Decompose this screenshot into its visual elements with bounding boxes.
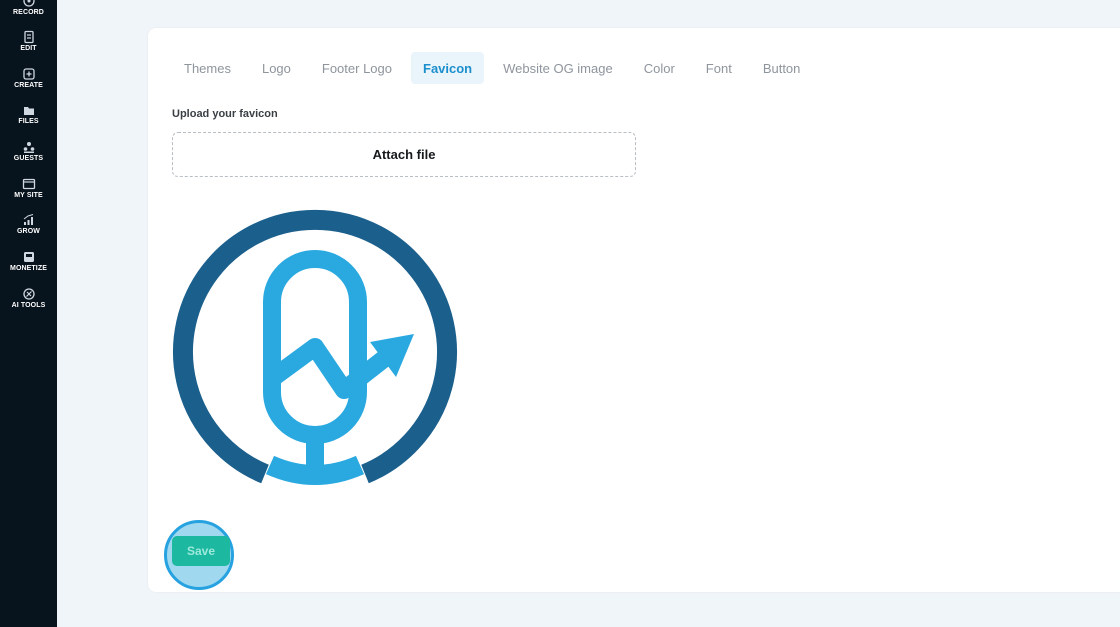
sidebar-item-monetize[interactable]: MONETIZE	[0, 250, 57, 272]
sidebar-item-label: FILES	[18, 118, 39, 125]
sidebar-item-label: MONETIZE	[10, 265, 47, 272]
sidebar-item-files[interactable]: FILES	[0, 103, 57, 125]
settings-card: Themes Logo Footer Logo Favicon Website …	[148, 28, 1120, 592]
tab-button[interactable]: Button	[751, 52, 813, 84]
sidebar-item-label: GUESTS	[13, 155, 44, 162]
folder-icon	[23, 107, 34, 115]
sidebar-item-record[interactable]: RECORD	[0, 0, 57, 16]
guests-icon	[23, 142, 34, 153]
upload-favicon-label: Upload your favicon	[172, 108, 278, 120]
tab-footer-logo[interactable]: Footer Logo	[310, 52, 404, 84]
sidebar-item-grow[interactable]: GROW	[0, 213, 57, 235]
sidebar-item-guests[interactable]: GUESTS	[0, 140, 57, 162]
attach-file-button[interactable]: Attach file	[172, 132, 636, 177]
website-icon	[22, 178, 35, 190]
monetize-icon	[23, 252, 34, 262]
tab-favicon[interactable]: Favicon	[411, 52, 485, 84]
sidebar-item-my-site[interactable]: MY SITE	[0, 177, 57, 199]
sidebar-item-label: MY SITE	[14, 192, 43, 199]
sidebar-item-label: RECORD	[13, 9, 44, 16]
tab-logo[interactable]: Logo	[250, 52, 303, 84]
save-button[interactable]: Save	[172, 536, 230, 566]
tab-themes[interactable]: Themes	[172, 52, 243, 84]
podcast-microphone-growth-logo	[173, 209, 457, 485]
create-icon	[22, 68, 35, 80]
document-edit-icon	[23, 30, 34, 44]
settings-tabs: Themes Logo Footer Logo Favicon Website …	[172, 52, 819, 84]
growth-chart-icon	[23, 214, 33, 225]
sidebar-item-ai-tools[interactable]: AI TOOLS	[0, 287, 57, 309]
sidebar-item-label: GROW	[17, 228, 40, 235]
microphone-icon	[22, 0, 35, 7]
sidebar-item-edit[interactable]: EDIT	[0, 30, 57, 52]
sidebar-item-label: AI TOOLS	[11, 302, 46, 309]
tab-color[interactable]: Color	[632, 52, 687, 84]
sidebar-item-create[interactable]: CREATE	[0, 67, 57, 89]
ai-tools-icon	[22, 288, 35, 300]
sidebar-item-label: EDIT	[20, 45, 37, 52]
sidebar-item-label: CREATE	[14, 82, 43, 89]
tab-website-og-image[interactable]: Website OG image	[491, 52, 625, 84]
sidebar: RECORD EDIT CREATE FILES GUESTS MY SITE …	[0, 0, 57, 627]
tab-font[interactable]: Font	[694, 52, 744, 84]
